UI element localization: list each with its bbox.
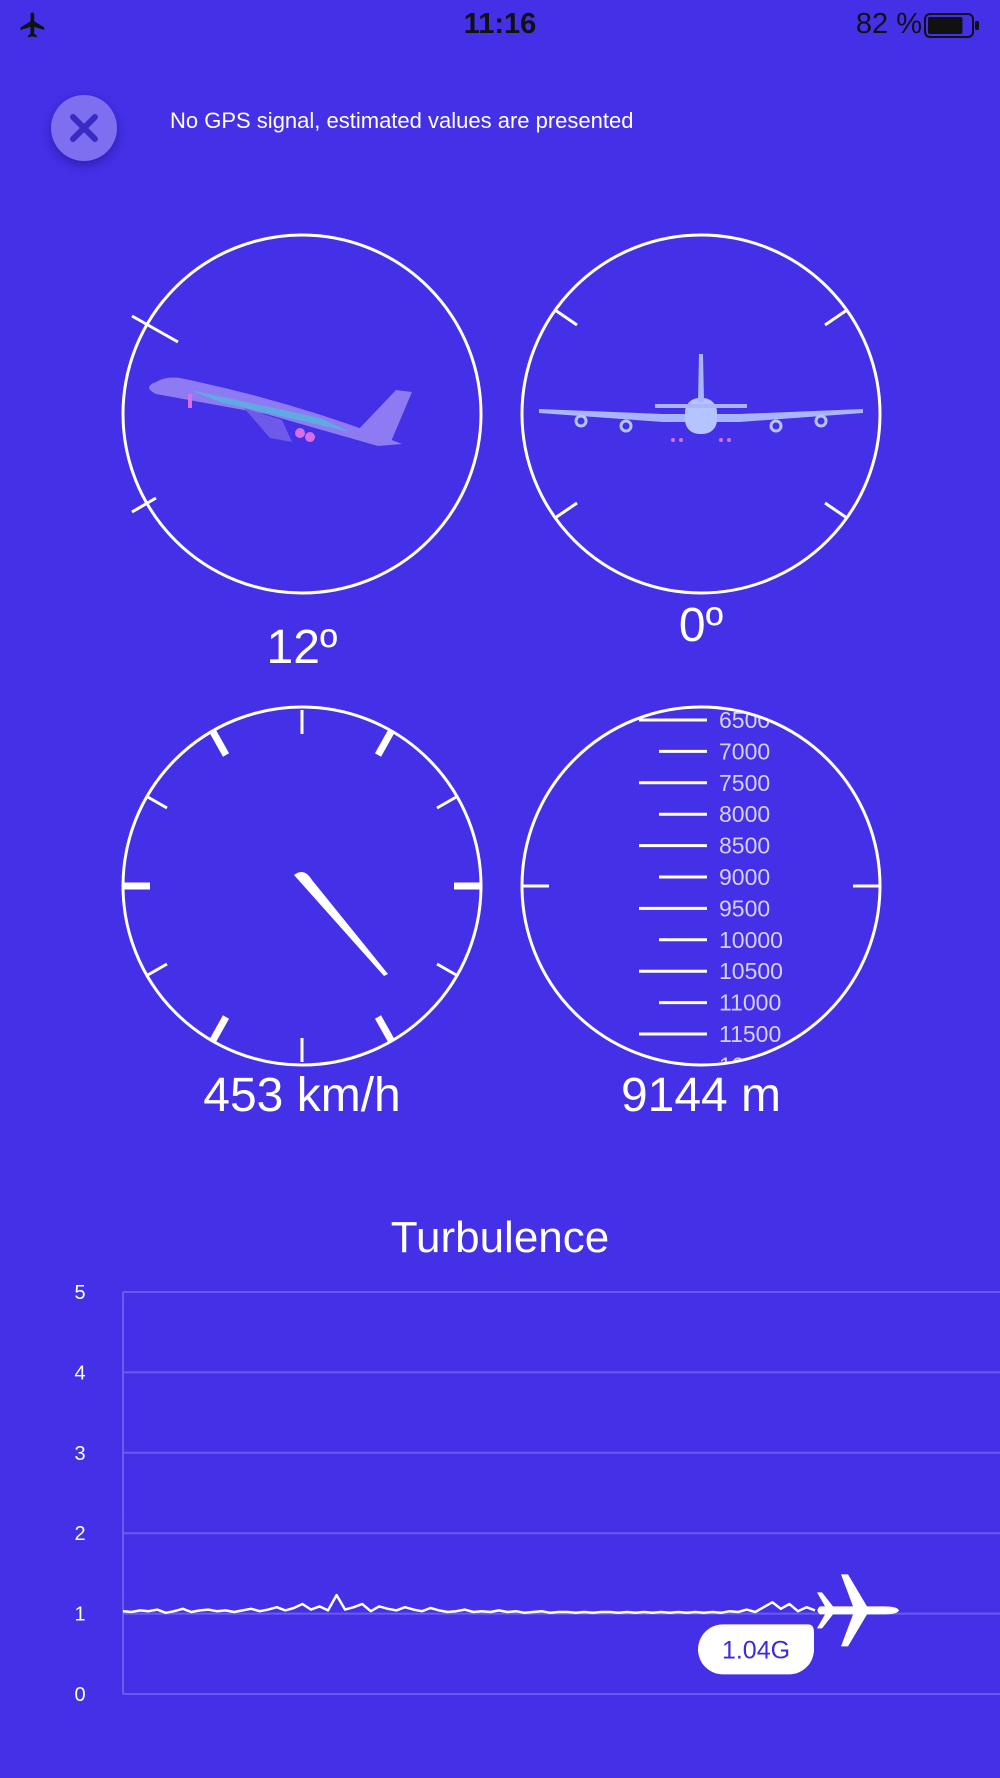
speed-tick-major <box>374 728 396 757</box>
y-tick-label: 2 <box>74 1523 85 1545</box>
status-bar: 11:16 82 % <box>0 0 1000 52</box>
roll-tick <box>824 501 848 520</box>
speed-tick-major <box>208 1015 230 1044</box>
airplane-icon-shape <box>817 1574 899 1647</box>
speed-gauge <box>121 705 483 1067</box>
speed-tick-major <box>208 728 230 757</box>
pitch-value: 12º <box>266 621 338 674</box>
altitude-scale-label: 12000 <box>719 1052 783 1068</box>
current-value-label: 1.04G <box>722 1636 790 1664</box>
altitude-scale-label: 8500 <box>719 833 770 859</box>
airplane-front-view-icon <box>539 354 863 442</box>
y-tick-label: 4 <box>74 1362 85 1384</box>
speed-needle <box>294 871 388 976</box>
altitude-scale: 6500700075008000850090009500100001050011… <box>639 708 783 1068</box>
roll-gauge <box>520 233 882 595</box>
roll-tick <box>824 308 848 327</box>
speed-value: 453 km/h <box>203 1069 401 1122</box>
altitude-scale-label: 9500 <box>719 895 770 921</box>
speed-gauge-ring <box>121 705 483 1067</box>
close-button[interactable] <box>51 95 117 161</box>
series-line <box>122 1593 816 1615</box>
speed-ticks <box>122 710 482 1062</box>
y-tick-label: 5 <box>74 1282 85 1304</box>
y-tick-label: 0 <box>74 1684 85 1706</box>
altitude-scale-label: 10000 <box>719 927 783 953</box>
speed-tick <box>145 962 168 978</box>
roll-tick <box>554 308 578 327</box>
turbulence-chart: 0 1 2 3 4 5 1.04G <box>74 1282 1000 1706</box>
airplane-icon <box>817 1574 899 1647</box>
status-time: 11:16 <box>463 8 537 40</box>
roll-tick <box>554 501 578 520</box>
altitude-scale-label: 11000 <box>719 990 781 1016</box>
altitude-scale-label: 11500 <box>719 1021 781 1047</box>
altitude-scale-label: 7500 <box>719 770 770 796</box>
speed-tick-major <box>374 1015 396 1044</box>
airplane-side-view-icon <box>149 377 412 446</box>
battery-percent: 82 % <box>855 8 922 40</box>
battery-icon <box>924 13 979 38</box>
altitude-scale-label: 9000 <box>719 864 770 890</box>
gps-notice: No GPS signal, estimated values are pres… <box>170 108 634 133</box>
speed-tick <box>145 794 168 810</box>
altitude-gauge: 6500700075008000850090009500100001050011… <box>520 705 882 1068</box>
y-tick-label: 1 <box>74 1604 85 1626</box>
close-icon <box>70 114 98 142</box>
altitude-scale-label: 7000 <box>719 738 770 764</box>
speed-tick <box>436 962 459 978</box>
roll-value: 0º <box>678 599 724 652</box>
altitude-scale-label: 10500 <box>719 958 783 984</box>
y-tick-label: 3 <box>74 1443 85 1465</box>
altitude-gauge-ring <box>520 705 882 1067</box>
chart-title: Turbulence <box>390 1213 610 1262</box>
pitch-gauge <box>121 233 483 595</box>
altitude-scale-label: 8000 <box>719 801 770 827</box>
altitude-value: 9144 m <box>620 1069 782 1122</box>
speed-tick <box>436 794 459 810</box>
